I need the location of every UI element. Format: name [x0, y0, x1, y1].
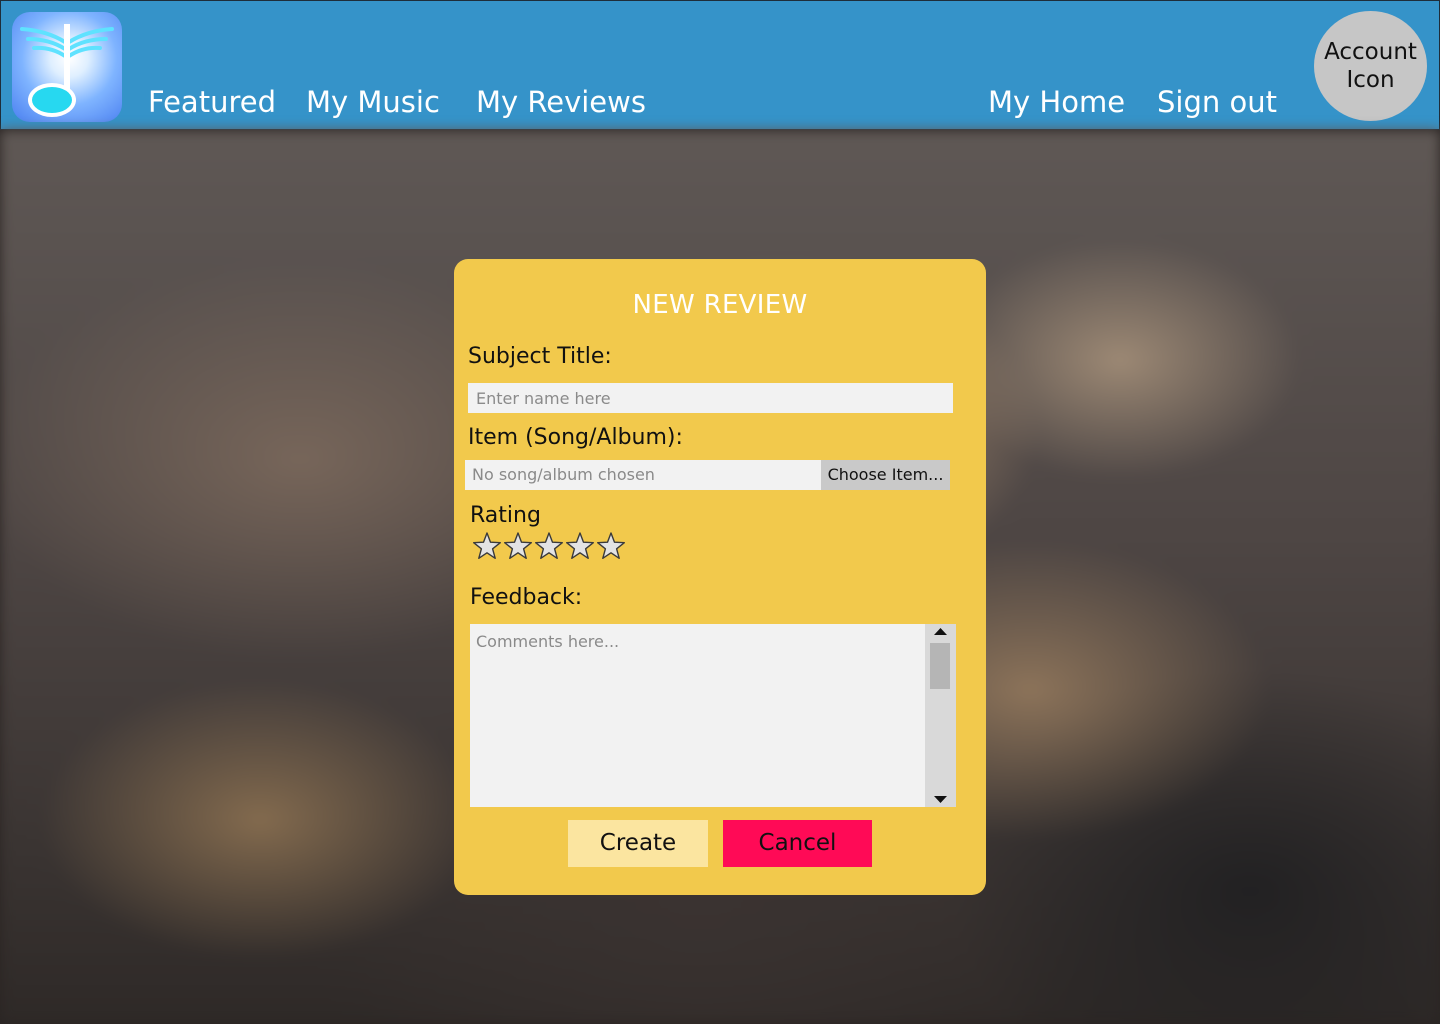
dialog-title: NEW REVIEW	[632, 290, 808, 320]
nav-link-sign-out[interactable]: Sign out	[1157, 83, 1277, 121]
subject-title-input[interactable]	[468, 383, 953, 413]
choose-item-button[interactable]: Choose Item...	[821, 460, 950, 490]
account-icon-label: Account Icon	[1324, 39, 1417, 93]
top-nav-bar: Featured My Music My Reviews My Home Sig…	[0, 0, 1440, 130]
subject-title-label: Subject Title:	[468, 344, 612, 369]
star-icon[interactable]	[565, 531, 595, 561]
star-icon[interactable]	[596, 531, 626, 561]
nav-link-my-reviews[interactable]: My Reviews	[476, 83, 646, 121]
item-chosen-field: No song/album chosen	[465, 460, 821, 490]
nav-link-my-music[interactable]: My Music	[306, 83, 440, 121]
scroll-thumb[interactable]	[930, 643, 950, 689]
feedback-label: Feedback:	[470, 585, 583, 610]
account-icon[interactable]: Account Icon	[1314, 11, 1427, 121]
rating-label: Rating	[470, 503, 541, 528]
new-review-dialog: NEW REVIEW Subject Title: Item (Song/Alb…	[454, 259, 986, 895]
feedback-scrollbar[interactable]	[925, 624, 956, 807]
page: Featured My Music My Reviews My Home Sig…	[0, 0, 1440, 1024]
star-icon[interactable]	[534, 531, 564, 561]
create-button[interactable]: Create	[568, 820, 708, 867]
cancel-button[interactable]: Cancel	[723, 820, 872, 867]
nav-link-my-home[interactable]: My Home	[988, 83, 1125, 121]
star-icon[interactable]	[503, 531, 533, 561]
nav-link-featured[interactable]: Featured	[148, 83, 276, 121]
star-icon[interactable]	[472, 531, 502, 561]
scroll-up-arrow-icon[interactable]	[925, 624, 956, 640]
rating-stars	[472, 531, 626, 561]
feedback-textarea[interactable]	[470, 624, 925, 807]
scroll-down-arrow-icon[interactable]	[925, 791, 956, 807]
app-logo-icon[interactable]	[12, 12, 122, 122]
item-label: Item (Song/Album):	[468, 425, 683, 450]
feedback-box	[470, 624, 956, 807]
